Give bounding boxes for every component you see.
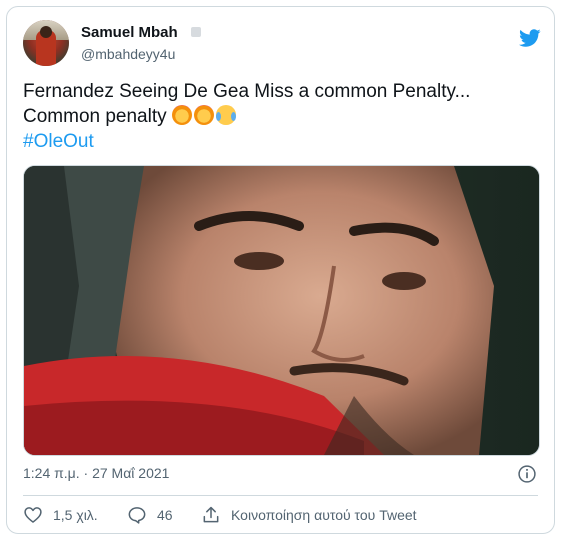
avatar[interactable] (23, 20, 69, 66)
tweet-timestamp[interactable]: 1:24 π.μ. · 27 Μαΐ 2021 (23, 465, 169, 481)
author-handle[interactable]: @mbahdeyy4u (81, 46, 175, 62)
tweet-text-common-penalty: Common penalty (23, 106, 167, 127)
person-gesturing-no-emoji-icon (193, 105, 214, 125)
author-name[interactable]: Samuel Mbah (81, 24, 178, 41)
twitter-bird-icon[interactable] (517, 27, 543, 49)
tweet-photo[interactable] (23, 165, 540, 456)
person-gesturing-no-emoji-icon (171, 105, 192, 125)
tweet-card: Samuel Mbah @mbahdeyy4u Fernandez Seeing… (6, 6, 555, 534)
avatar-head (40, 26, 52, 38)
share-icon (203, 506, 219, 523)
share-label: Κοινοποίηση αυτού του Tweet (231, 507, 417, 523)
crying-player-image (24, 166, 539, 455)
tweet-text: Fernandez Seeing De Gea Miss a common Pe… (23, 79, 533, 154)
face-with-tears-of-joy-emoji-icon (215, 105, 236, 125)
like-button[interactable]: 1,5 χιλ. (23, 505, 98, 525)
like-count: 1,5 χιλ. (53, 507, 98, 523)
hashtag-link[interactable]: #OleOut (23, 129, 533, 154)
reply-button[interactable]: 46 (127, 505, 173, 525)
protected-badge-icon (191, 27, 201, 37)
reply-icon (128, 507, 146, 524)
reply-count: 46 (157, 507, 173, 523)
tweet-text-line-2: Common penalty (23, 104, 533, 129)
info-icon[interactable] (517, 464, 537, 484)
heart-icon (24, 507, 42, 523)
divider (23, 495, 538, 496)
tweet-text-line-1: Fernandez Seeing De Gea Miss a common Pe… (23, 81, 471, 102)
share-button[interactable]: Κοινοποίηση αυτού του Tweet (201, 505, 417, 525)
